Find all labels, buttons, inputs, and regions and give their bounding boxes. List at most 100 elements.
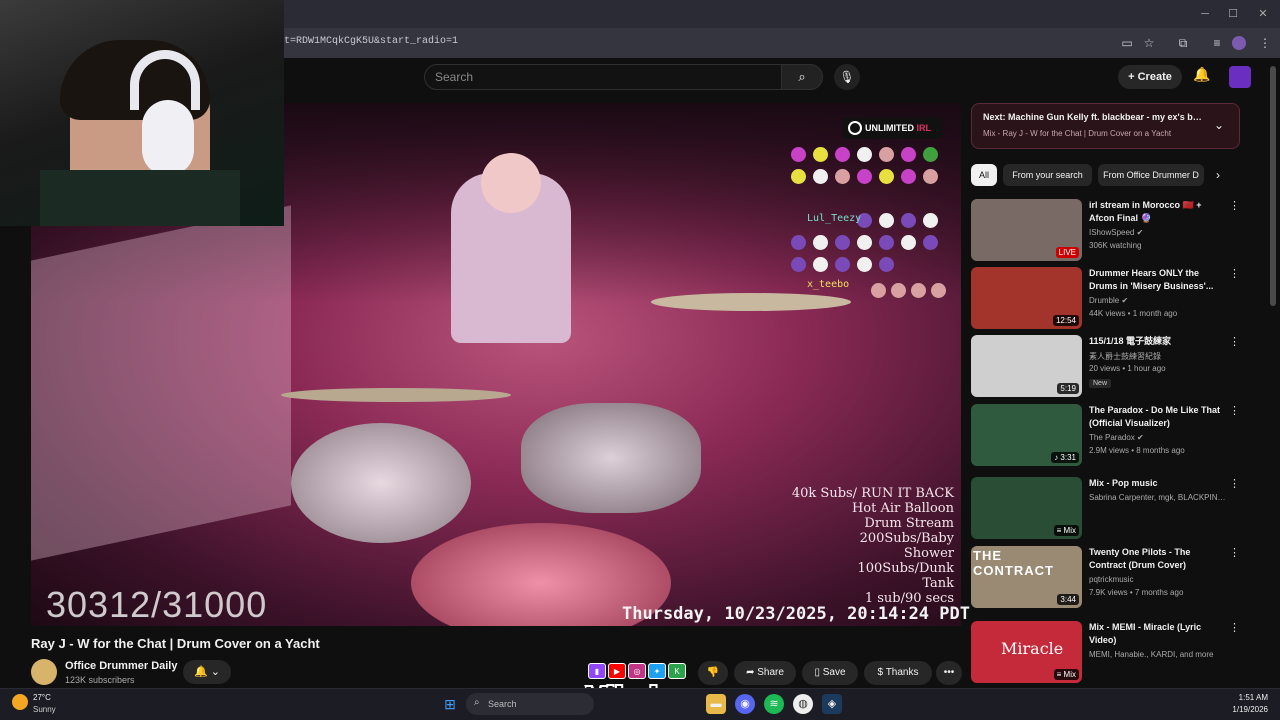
more-options-icon[interactable]: ⋮ [1229,267,1240,280]
recommendation-channel[interactable]: The Paradox ✔ [1089,433,1229,442]
recommendation-channel[interactable]: 素人爵士鼓練習紀錄 [1089,351,1229,362]
video-thumbnail[interactable]: ♪ 3:31 [971,404,1082,466]
duration-badge: 12:54 [1052,315,1079,326]
recommendation-meta: 7.9K views • 7 months ago [1089,588,1184,597]
recommendation-title[interactable]: 115/1/18 電子鼓練家 [1089,335,1223,348]
more-actions-button[interactable]: ••• [936,661,962,685]
recommendation-channel[interactable]: Sabrina Carpenter, mgk, BLACKPINK, and m… [1089,493,1229,502]
chip-from-your-search[interactable]: From your search [1003,164,1092,186]
chip-all[interactable]: All [971,164,997,186]
chevron-down-icon[interactable]: ⌄ [1214,118,1224,132]
more-options-icon[interactable]: ⋮ [1229,335,1240,348]
recommendation-item[interactable]: ≡ Mix Mix - Pop music Sabrina Carpenter,… [971,477,1241,541]
notifications-bell-icon[interactable]: 🔔 [1192,66,1212,86]
spotify-icon[interactable]: ≋ [764,694,784,714]
recommendation-item[interactable]: 5:19 115/1/18 電子鼓練家 素人爵士鼓練習紀錄 20 views •… [971,335,1241,399]
weather-description[interactable]: Sunny [33,705,56,714]
save-label: Save [822,667,846,678]
recommendation-title[interactable]: Twenty One Pilots - The Contract (Drum C… [1089,546,1223,572]
goal-line: Hot Air Balloon [851,501,954,516]
recommendation-title[interactable]: Mix - MEMI - Miracle (Lyric Video) [1089,621,1223,647]
bookmark-star-icon[interactable]: ☆ [1140,34,1158,52]
video-thumbnail[interactable]: 5:19 [971,335,1082,397]
thanks-button[interactable]: $ Thanks [864,661,932,685]
recommendation-channel[interactable]: Drumble ✔ [1089,296,1229,305]
recommendation-title[interactable]: The Paradox - Do Me Like That (Official … [1089,404,1223,430]
discord-icon[interactable]: ◉ [735,694,755,714]
recommendation-meta: 44K views • 1 month ago [1089,309,1178,318]
save-button[interactable]: ▯ Save [802,661,858,685]
video-thumbnail[interactable]: ≡ Mix [971,477,1082,539]
tab-search-icon[interactable]: ≡ [1208,34,1226,52]
subscriber-count: 123K subscribers [65,675,135,685]
recommendation-title[interactable]: Mix - Pop music [1089,477,1223,490]
clock-time[interactable]: 1:51 AM [1220,693,1268,702]
goal-line: Drum Stream [864,516,954,531]
create-button[interactable]: + Create [1118,65,1182,89]
recommendation-item[interactable]: Miracle ≡ Mix Mix - MEMI - Miracle (Lyri… [971,621,1241,685]
thumbnail-text: Miracle [1001,639,1064,658]
channel-name[interactable]: Office Drummer Daily [65,660,177,672]
share-button[interactable]: ➦ Share [734,661,796,685]
recommendation-meta: 20 views • 1 hour ago [1089,364,1166,373]
brand-prefix: UNLIMITED [865,123,914,133]
mix-badge: ≡ Mix [1053,669,1079,680]
scrollbar-thumb[interactable] [1270,66,1276,306]
recommendation-channel[interactable]: pqtrickmusic [1089,575,1229,584]
video-thumbnail[interactable]: 12:54 [971,267,1082,329]
recommendation-channel[interactable]: IShowSpeed ✔ [1089,228,1229,237]
new-badge: New [1089,379,1112,388]
hihat-cymbal [281,388,511,402]
up-next-banner[interactable] [971,103,1240,149]
video-thumbnail[interactable]: Miracle ≡ Mix [971,621,1082,683]
voice-search-button[interactable]: 🎙 [834,64,860,90]
file-explorer-icon[interactable]: ▬ [706,694,726,714]
notification-dropdown-button[interactable]: 🔔 ⌄ [183,660,231,684]
thumbnail-text: THE CONTRACT [973,548,1054,578]
minimize-button[interactable]: ─ [1196,6,1214,22]
recommendation-title[interactable]: Drummer Hears ONLY the Drums in 'Misery … [1089,267,1223,293]
snare-drum [291,423,471,543]
video-title: Ray J - W for the Chat | Drum Cover on a… [31,636,320,651]
more-options-icon[interactable]: ⋮ [1229,404,1240,417]
search-input[interactable]: Search [424,64,782,90]
chip-from-channel[interactable]: From Office Drummer D [1098,164,1204,186]
headphone-cup [142,100,194,176]
video-thumbnail[interactable]: THE CONTRACT 3:44 [971,546,1082,608]
chevron-right-icon[interactable]: › [1216,168,1220,182]
channel-avatar[interactable] [31,659,57,685]
close-window-button[interactable]: ✕ [1254,6,1272,22]
more-options-icon[interactable]: ⋮ [1229,199,1240,212]
create-label: Create [1137,71,1172,83]
maximize-button[interactable]: ☐ [1224,6,1242,22]
browser-menu-icon[interactable]: ⋮ [1256,34,1274,52]
recommendation-item[interactable]: ♪ 3:31 The Paradox - Do Me Like That (Of… [971,404,1241,468]
steam-icon[interactable]: ◈ [822,694,842,714]
windows-start-icon[interactable]: ⊞ [440,694,460,714]
more-options-icon[interactable]: ⋮ [1229,477,1240,490]
recommendation-channel[interactable]: MEMI, Hanabie., KARDI, and more [1089,650,1229,659]
stream-goals: 40k Subs/ RUN IT BACK Hot Air Balloon Dr… [770,486,954,606]
weather-sun-icon[interactable] [12,694,28,710]
more-options-icon[interactable]: ⋮ [1229,546,1240,559]
weather-temperature[interactable]: 27°C [33,693,51,702]
more-options-icon[interactable]: ⋮ [1229,621,1240,634]
video-thumbnail[interactable]: LIVE [971,199,1082,261]
obs-icon[interactable]: ◍ [793,694,813,714]
webcam-overlay [0,0,284,226]
extensions-icon[interactable]: ⧉ [1174,34,1192,52]
recommendation-item[interactable]: LIVE irl stream in Morocco 🇲🇦 + Afcon Fi… [971,199,1241,263]
recommendation-item[interactable]: THE CONTRACT 3:44 Twenty One Pilots - Th… [971,546,1241,610]
profile-avatar[interactable] [1232,36,1246,50]
chat-username: Lul_Teezy [807,213,862,224]
cast-icon[interactable]: ▭ [1118,34,1136,52]
recommendation-meta: 2.9M views • 8 months ago [1089,446,1185,455]
taskbar-search[interactable]: Search [466,693,594,715]
url-text[interactable]: t=RDW1MCqkCgK5U&start_radio=1 [284,36,458,47]
dislike-button[interactable]: 👎 [698,661,728,685]
recommendation-item[interactable]: 12:54 Drummer Hears ONLY the Drums in 'M… [971,267,1241,331]
recommendation-title[interactable]: irl stream in Morocco 🇲🇦 + Afcon Final 🔮 [1089,199,1223,225]
account-avatar[interactable] [1229,66,1251,88]
clock-date[interactable]: 1/19/2026 [1210,705,1268,714]
search-button[interactable]: ⌕ [781,64,823,90]
